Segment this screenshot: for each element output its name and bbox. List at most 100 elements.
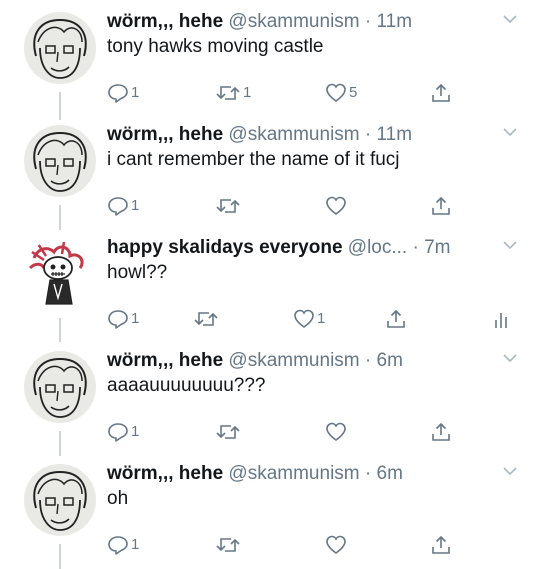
worm-avatar-drawing [33,131,87,192]
handle[interactable]: @skammunism [228,350,359,371]
tweet-header: wörm,,, hehe @skammunism · 11m [107,10,502,34]
retweet-icon [216,538,240,552]
reply-count: 1 [131,423,140,440]
tweet-text: oh [107,488,129,509]
retweet-button[interactable] [215,534,243,556]
share-button[interactable] [430,421,452,443]
reply-button[interactable]: 1 [107,82,139,104]
tweet[interactable]: happy skalidays everyone @loc... · 7m ho… [0,226,539,339]
display-name[interactable]: wörm,,, hehe [107,124,223,145]
reply-count: 1 [131,197,140,214]
retweet-icon [216,199,240,213]
reply-button[interactable]: 1 [107,195,139,217]
reply-count: 1 [131,84,140,101]
tweet-thread: wörm,,, hehe @skammunism · 11m tony hawk… [0,0,539,569]
reply-count: 1 [131,310,140,327]
retweet-button[interactable] [215,195,243,217]
tweet-text: howl?? [107,262,168,283]
chevron-down-icon[interactable] [502,465,518,477]
reply-icon [108,536,128,555]
tweet-actions: 1 [0,534,539,558]
retweet-icon [216,425,240,439]
skull-avatar-drawing [28,241,84,305]
tweet-text: i cant remember the name of it fucj [107,149,400,170]
like-button[interactable]: 1 [293,308,325,330]
chevron-down-icon[interactable] [502,352,518,364]
heart-icon [326,83,346,102]
like-button[interactable] [325,421,349,443]
handle[interactable]: @loc... [348,237,407,258]
like-button[interactable] [325,534,349,556]
reply-icon [108,423,128,442]
chevron-down-icon[interactable] [502,13,518,25]
chevron-down-icon[interactable] [502,126,518,138]
share-button[interactable] [430,195,452,217]
avatar[interactable] [24,464,96,536]
retweet-count: 1 [243,84,252,101]
like-count: 5 [349,84,358,101]
like-button[interactable]: 5 [325,82,357,104]
tweet-header: happy skalidays everyone @loc... · 7m [107,236,502,260]
reply-button[interactable]: 1 [107,308,139,330]
retweet-icon [216,86,240,100]
separator: · [364,463,372,484]
separator: · [364,124,372,145]
retweet-button[interactable] [215,421,243,443]
heart-icon [326,535,346,554]
tweet[interactable]: wörm,,, hehe @skammunism · 11m i cant re… [0,113,539,226]
separator: · [412,237,419,258]
display-name[interactable]: wörm,,, hehe [107,350,223,371]
timestamp[interactable]: 7m [424,237,450,258]
tweet-text: tony hawks moving castle [107,36,324,57]
share-button[interactable] [430,534,452,556]
timestamp[interactable]: 6m [377,350,403,371]
timestamp[interactable]: 11m [377,11,413,32]
tweet-text: aaaauuuuuuuu??? [107,375,266,396]
tweet-actions: 1 1 5 [0,82,539,106]
analytics-icon[interactable] [491,310,513,330]
timestamp[interactable]: 11m [377,124,413,145]
tweet[interactable]: wörm,,, hehe @skammunism · 6m oh 1 [0,452,539,565]
tweet-actions: 1 1 [0,308,539,332]
tweet[interactable]: wörm,,, hehe @skammunism · 11m tony hawk… [0,0,539,113]
handle[interactable]: @skammunism [228,11,359,32]
retweet-button[interactable] [193,308,221,330]
separator: · [364,11,372,32]
reply-icon [108,84,128,103]
timestamp[interactable]: 6m [377,463,403,484]
avatar[interactable] [24,238,96,310]
reply-button[interactable]: 1 [107,421,139,443]
tweet-header: wörm,,, hehe @skammunism · 11m [107,123,502,147]
tweet[interactable]: wörm,,, hehe @skammunism · 6m aaaauuuuuu… [0,339,539,452]
heart-icon [294,309,314,328]
display-name[interactable]: wörm,,, hehe [107,11,223,32]
tweet-header: wörm,,, hehe @skammunism · 6m [107,462,502,486]
tweet-header: wörm,,, hehe @skammunism · 6m [107,349,502,373]
display-name[interactable]: wörm,,, hehe [107,463,223,484]
worm-avatar-drawing [33,18,87,79]
like-count: 1 [317,310,326,327]
share-icon [432,535,450,554]
reply-count: 1 [131,536,140,553]
avatar[interactable] [24,12,96,84]
worm-avatar-drawing [33,357,87,418]
like-button[interactable] [325,195,349,217]
avatar[interactable] [24,351,96,423]
retweet-icon [194,312,218,326]
chevron-down-icon[interactable] [502,239,518,251]
worm-avatar-drawing [33,470,87,531]
share-button[interactable] [385,308,407,330]
retweet-button[interactable]: 1 [215,82,251,104]
separator: · [364,350,372,371]
heart-icon [326,196,346,215]
share-icon [432,196,450,215]
handle[interactable]: @skammunism [228,463,359,484]
reply-button[interactable]: 1 [107,534,139,556]
reply-icon [108,197,128,216]
handle[interactable]: @skammunism [228,124,359,145]
tweet-actions: 1 [0,195,539,219]
avatar[interactable] [24,125,96,197]
share-button[interactable] [430,82,452,104]
display-name[interactable]: happy skalidays everyone [107,237,343,258]
tweet-actions: 1 [0,421,539,445]
